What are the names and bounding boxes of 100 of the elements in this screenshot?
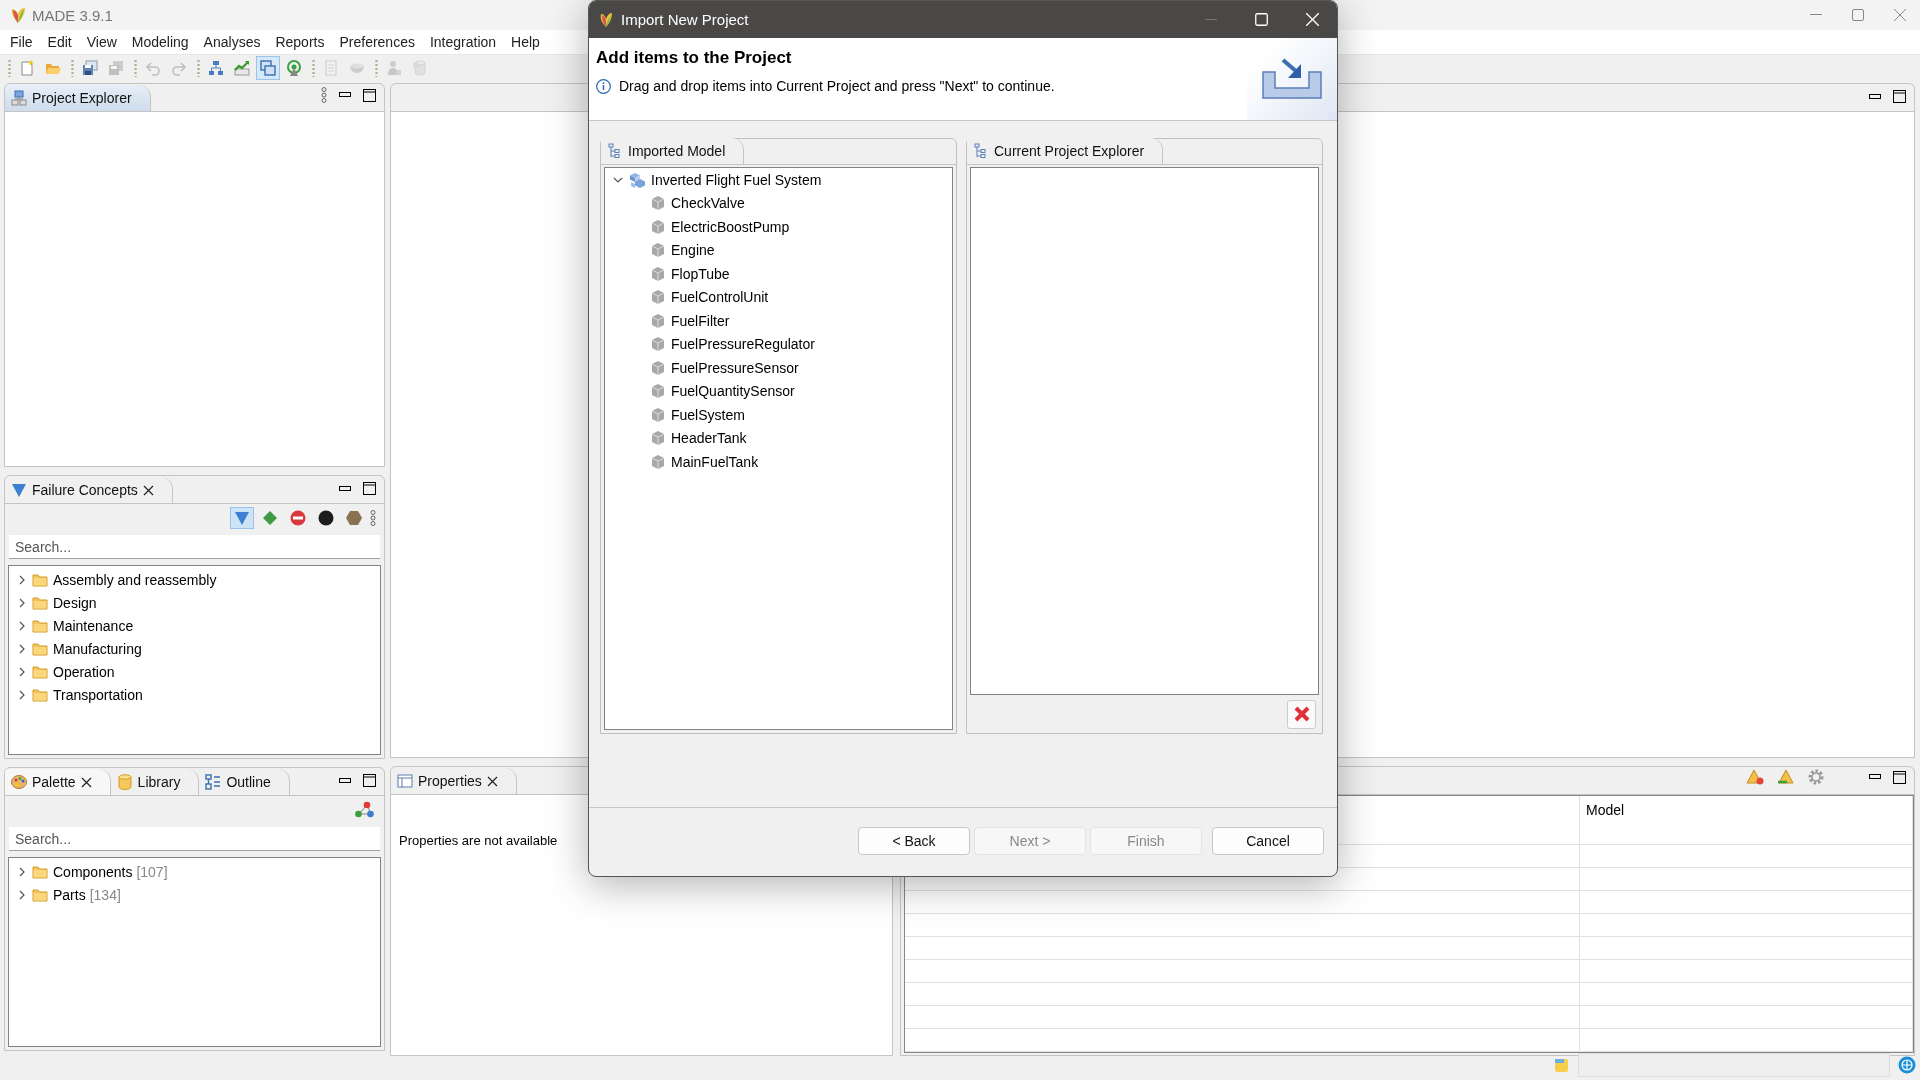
tree-item[interactable]: Transportation <box>53 686 143 703</box>
triangle-filter-button[interactable] <box>230 507 254 529</box>
close-icon[interactable] <box>142 484 154 496</box>
maximize-icon[interactable] <box>363 774 376 787</box>
tree-item[interactable]: FuelPressureRegulator <box>671 336 815 353</box>
hierarchy-icon <box>208 60 224 76</box>
tree-view-icon <box>973 143 989 159</box>
warning-icon[interactable] <box>1777 769 1795 785</box>
folder-icon <box>32 640 48 657</box>
hexagon-filter-icon <box>346 510 362 526</box>
new-file-icon <box>19 60 35 76</box>
menu-item[interactable]: Edit <box>41 34 78 50</box>
tree-item[interactable]: FuelPressureSensor <box>671 359 799 376</box>
document-icon <box>323 60 339 76</box>
cube-icon <box>650 289 666 306</box>
cube-icon <box>650 265 666 282</box>
triangle-icon <box>11 482 27 498</box>
maximize-icon[interactable] <box>363 482 376 495</box>
tree-item[interactable]: FlopTube <box>671 265 730 282</box>
tree-item[interactable]: Operation <box>53 663 115 680</box>
windows-icon <box>260 60 276 76</box>
chart-icon <box>234 60 250 76</box>
minimize-icon[interactable] <box>339 485 351 492</box>
close-icon[interactable] <box>80 776 92 788</box>
menu-item[interactable]: Integration <box>423 34 503 50</box>
dialog-button[interactable]: Cancel <box>1212 827 1324 855</box>
maximize-icon[interactable] <box>1893 90 1906 103</box>
tree-item[interactable]: HeaderTank <box>671 430 747 447</box>
warning-icon[interactable] <box>1747 769 1765 785</box>
cube-icon <box>650 195 666 212</box>
folder-icon <box>32 571 48 588</box>
triangle-filter-icon <box>234 510 250 526</box>
globe-icon[interactable] <box>1898 1056 1916 1074</box>
dialog-button[interactable]: < Back <box>858 827 970 855</box>
tree-item[interactable]: FuelSystem <box>671 406 745 423</box>
panel-tab[interactable]: Imported Model <box>601 138 745 164</box>
dialog-heading: Add items to the Project <box>596 48 793 68</box>
tree-item[interactable]: FuelControlUnit <box>671 289 769 306</box>
panel-tab[interactable]: Palette <box>5 769 111 795</box>
menu-item[interactable]: Preferences <box>333 34 421 50</box>
import-tray-icon <box>1261 58 1323 100</box>
menu-item[interactable]: Reports <box>269 34 331 50</box>
folder-icon <box>32 686 48 703</box>
cube-icon <box>650 312 666 329</box>
settings-icon[interactable] <box>1807 768 1825 786</box>
item-count: [134] <box>89 886 121 903</box>
folder-icon <box>32 886 48 903</box>
more-options-icon[interactable] <box>321 87 327 103</box>
menu-item[interactable]: Analyses <box>197 34 267 50</box>
tree-item[interactable]: Assembly and reassembly <box>53 571 217 588</box>
tree-item[interactable]: Components <box>53 863 133 880</box>
panel-tab[interactable]: Failure Concepts <box>5 477 173 503</box>
cube-icon <box>650 430 666 447</box>
column-header[interactable]: Model <box>1580 796 1913 844</box>
minimize-icon[interactable] <box>339 92 351 98</box>
tree-item[interactable]: FuelFilter <box>671 312 730 329</box>
tree-item[interactable]: MainFuelTank <box>671 453 759 470</box>
dialog-title: Import New Project <box>621 11 749 28</box>
menu-item[interactable]: Help <box>505 34 546 50</box>
maximize-icon[interactable] <box>363 88 376 102</box>
cube-icon <box>650 359 666 376</box>
tree-item[interactable]: ElectricBoostPump <box>671 218 790 235</box>
search-field[interactable]: Search... <box>9 827 380 851</box>
panel-tab[interactable]: Project Explorer <box>5 85 151 111</box>
maximize-icon[interactable] <box>1893 770 1906 784</box>
search-field[interactable]: Search... <box>9 535 380 559</box>
save-all-icon <box>108 60 124 76</box>
cube-icon <box>650 406 666 423</box>
tree-item[interactable]: Parts <box>53 886 86 903</box>
folder-icon <box>32 617 48 634</box>
tree-item[interactable]: CheckValve <box>671 195 745 212</box>
tree-item[interactable]: FuelQuantitySensor <box>671 383 795 400</box>
circle-filter-icon <box>318 510 334 526</box>
stacked-cubes-icon <box>628 171 646 188</box>
status-message: Properties are not available <box>398 832 559 848</box>
tree-view-icon <box>607 143 623 159</box>
tree-item[interactable]: Design <box>53 594 97 611</box>
folder-icon <box>32 594 48 611</box>
database-icon <box>116 774 133 790</box>
connected-nodes-icon[interactable] <box>354 801 374 819</box>
menu-item[interactable]: Modeling <box>125 34 195 50</box>
tree-item[interactable]: Engine <box>671 242 715 259</box>
cube-icon <box>650 336 666 353</box>
windows-button[interactable] <box>256 56 280 80</box>
tree-item[interactable]: Inverted Flight Fuel System <box>651 171 822 188</box>
panel-tab[interactable]: Current Project Explorer <box>967 138 1164 164</box>
more-options-icon[interactable] <box>370 510 376 526</box>
minimize-icon[interactable] <box>1869 93 1881 100</box>
minimize-icon[interactable] <box>339 777 351 784</box>
tree-item[interactable]: Manufacturing <box>53 640 142 657</box>
menu-item[interactable]: File <box>4 34 39 50</box>
menu-item[interactable]: View <box>80 34 123 50</box>
panel-tab[interactable]: Properties <box>391 768 517 794</box>
item-count: [107] <box>136 863 168 880</box>
tree-item[interactable]: Maintenance <box>53 617 134 634</box>
close-icon[interactable] <box>486 775 498 787</box>
folder-icon <box>32 663 48 680</box>
minimize-icon[interactable] <box>1869 774 1881 780</box>
outline-icon <box>205 774 222 790</box>
remove-button[interactable] <box>1287 699 1316 729</box>
